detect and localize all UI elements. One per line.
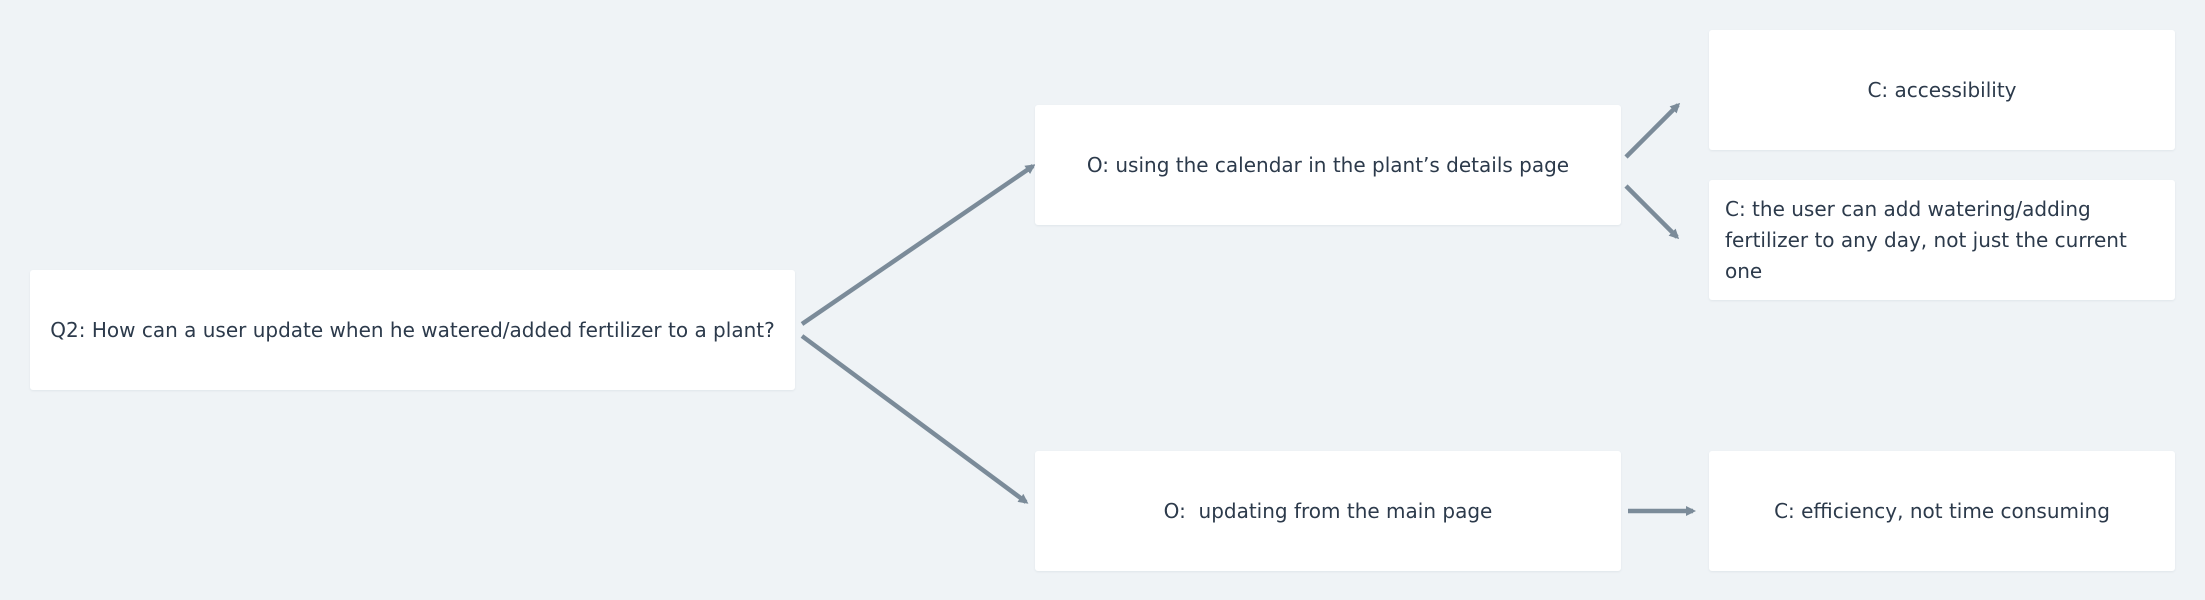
consideration-accessibility-text: C: accessibility — [1867, 77, 2017, 102]
option-node-calendar[interactable]: O: using the calendar in the plant’s det… — [1035, 105, 1621, 225]
question-node[interactable]: Q2: How can a user update when he watere… — [30, 270, 795, 390]
consideration-node-accessibility[interactable]: C: accessibility — [1709, 30, 2175, 150]
question-text: Q2: How can a user update when he watere… — [50, 317, 775, 342]
option-main-page-text: O: updating from the main page — [1163, 498, 1493, 523]
consideration-node-any-day[interactable]: C: the user can add watering/adding fert… — [1709, 180, 2175, 300]
consideration-efficiency-text: C: efficiency, not time consuming — [1774, 498, 2110, 523]
option-node-main-page[interactable]: O: updating from the main page — [1035, 451, 1621, 571]
arrow-calendar-to-any-day — [1624, 184, 1680, 240]
arrow-question-to-main-page — [800, 334, 1029, 504]
arrow-question-to-calendar — [800, 164, 1036, 326]
consideration-node-efficiency[interactable]: C: efficiency, not time consuming — [1709, 451, 2175, 571]
consideration-any-day-text: C: the user can add watering/adding fert… — [1725, 196, 2127, 283]
arrow-calendar-to-accessibility — [1624, 102, 1681, 159]
option-calendar-text: O: using the calendar in the plant’s det… — [1086, 152, 1570, 177]
